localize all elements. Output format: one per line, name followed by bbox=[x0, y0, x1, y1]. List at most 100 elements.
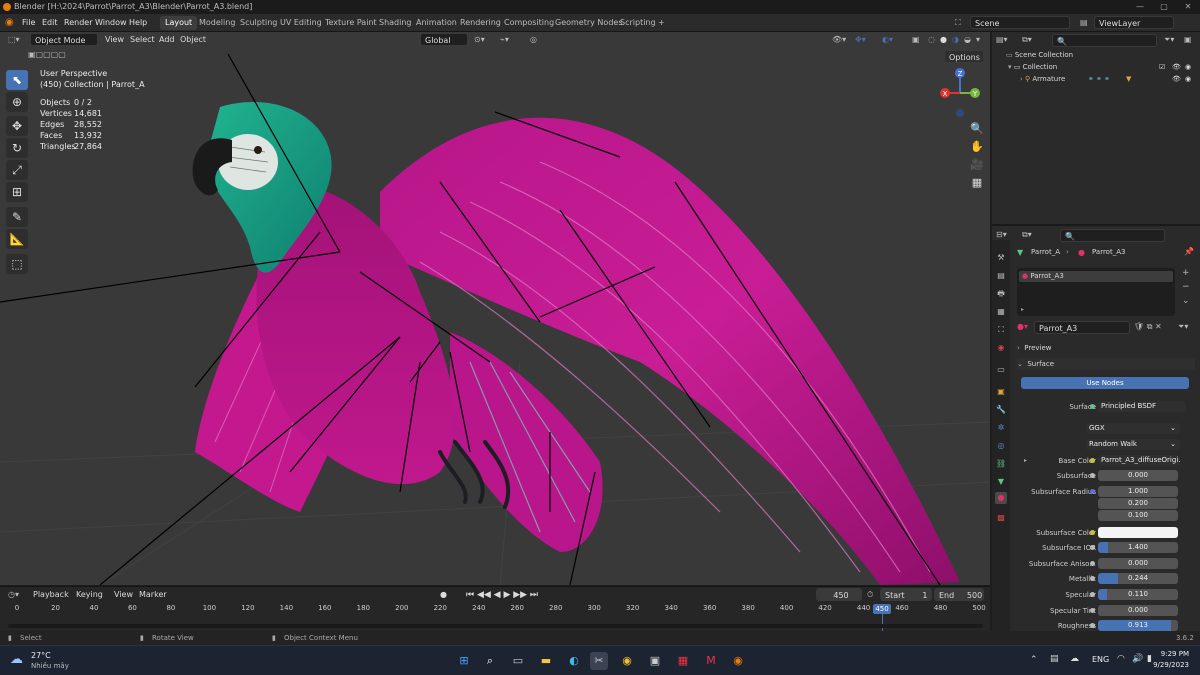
timeline-view-menu[interactable]: View bbox=[114, 587, 133, 603]
base-color-texture-field[interactable]: Parrot_A3_diffuseOrigi... bbox=[1098, 455, 1180, 466]
collection-checkbox[interactable]: ☑ bbox=[1159, 61, 1165, 73]
timeline-playback-menu[interactable]: Playback bbox=[33, 587, 69, 603]
record-icon[interactable]: ● bbox=[440, 587, 447, 603]
blender-menu-icon[interactable]: ◉ bbox=[5, 14, 15, 32]
outliner-armature[interactable]: › ⚲ Armature ⚭ ⚭ ⚭ ▼ 👁 ◉ bbox=[992, 73, 1200, 85]
outliner-editor-icon[interactable]: ▤▾ bbox=[996, 32, 1008, 48]
use-nodes-button[interactable]: Use Nodes bbox=[1021, 377, 1189, 389]
material-browse-icon[interactable]: ●▾ bbox=[1017, 322, 1028, 331]
subsurface-radius-x-field[interactable]: 1.000 bbox=[1098, 486, 1178, 497]
pin-icon[interactable]: 📌 bbox=[1184, 247, 1194, 256]
snap-icon[interactable]: ⌁▾ bbox=[500, 32, 509, 48]
tab-modeling[interactable]: Modeling bbox=[194, 16, 240, 30]
material-tab-icon[interactable]: ● bbox=[995, 492, 1007, 504]
subsurface-field[interactable]: 0.000 bbox=[1098, 470, 1178, 481]
wireframe-shading-icon[interactable]: ◌ bbox=[928, 32, 935, 48]
menu-object[interactable]: Object bbox=[180, 32, 206, 48]
slot-expand-icon[interactable]: ▸ bbox=[1021, 306, 1024, 313]
properties-display-icon[interactable]: ⧉▾ bbox=[1022, 227, 1032, 243]
rotate-tool-icon[interactable]: ↻ bbox=[6, 138, 28, 158]
menu-render[interactable]: Render bbox=[64, 14, 92, 32]
menu-select[interactable]: Select bbox=[130, 32, 155, 48]
constraints-tab-icon[interactable]: ⛓ bbox=[995, 458, 1007, 470]
base-color-expand-icon[interactable]: ▸ bbox=[1024, 457, 1027, 464]
material-slot-list[interactable]: ● Parrot_A3 ▸ bbox=[1017, 268, 1175, 316]
add-workspace-button[interactable]: + bbox=[653, 16, 670, 30]
material-shading-icon[interactable]: ◑ bbox=[952, 32, 959, 48]
chrome-browser-icon[interactable]: ◉ bbox=[618, 652, 636, 670]
tab-uv-editing[interactable]: UV Editing bbox=[275, 16, 327, 30]
menu-edit[interactable]: Edit bbox=[42, 14, 58, 32]
collection-render-icon[interactable]: ◉ bbox=[1185, 61, 1191, 73]
specular-field[interactable]: 0.110 bbox=[1098, 589, 1178, 600]
data-tab-icon[interactable]: ▼ bbox=[995, 476, 1007, 488]
clock-date[interactable]: 9/29/2023 bbox=[1151, 661, 1189, 669]
outliner-collection[interactable]: ▾ ▭ Collection ☑ 👁 ◉ bbox=[992, 61, 1200, 73]
options-button[interactable]: Options bbox=[944, 50, 984, 63]
start-frame-field[interactable]: Start 1 bbox=[880, 588, 932, 601]
task-view-icon[interactable]: ▭ bbox=[509, 652, 527, 670]
menu-add[interactable]: Add bbox=[159, 32, 175, 48]
minimize-button[interactable]: — bbox=[1128, 0, 1152, 14]
outliner-filter-icon[interactable]: ⏷▾ bbox=[1164, 32, 1174, 48]
rendered-shading-icon[interactable]: ◒ bbox=[964, 32, 971, 48]
outliner-display-mode-icon[interactable]: ⧉▾ bbox=[1022, 32, 1032, 48]
tab-texture-paint[interactable]: Texture Paint bbox=[320, 16, 382, 30]
navigation-gizmo[interactable]: Z Y X bbox=[935, 65, 985, 120]
tray-app-icon[interactable]: ▤ bbox=[1050, 654, 1059, 664]
gizmo-toggle-icon[interactable]: ✥▾ bbox=[855, 32, 866, 48]
tool-tab-icon[interactable]: ⚒ bbox=[995, 252, 1007, 264]
current-frame-field[interactable]: 450 bbox=[816, 588, 862, 601]
search-icon[interactable]: ⌕ bbox=[481, 652, 499, 670]
timeline-editor[interactable]: ◷▾ Playback Keying View Marker ● ⏮ ◀◀ ◀ … bbox=[0, 586, 990, 632]
output-tab-icon[interactable]: 🖶 bbox=[995, 288, 1007, 300]
timeline-editor-icon[interactable]: ◷▾ bbox=[8, 587, 19, 603]
photos-icon[interactable]: ▦ bbox=[674, 652, 692, 670]
mode-selector[interactable]: Object Mode bbox=[30, 33, 98, 46]
cursor-tool-icon[interactable]: ⊕ bbox=[6, 92, 28, 112]
volume-icon[interactable]: 🔊 bbox=[1132, 654, 1143, 664]
outliner-search-input[interactable]: 🔍 bbox=[1052, 34, 1157, 47]
view-layer-selector[interactable]: ViewLayer bbox=[1094, 16, 1174, 29]
timeline-scrollbar[interactable] bbox=[8, 624, 983, 628]
armature-visibility-icon[interactable]: 👁 bbox=[1172, 73, 1181, 85]
onedrive-icon[interactable]: ☁ bbox=[1070, 654, 1079, 664]
distribution-select[interactable]: GGX ⌄ bbox=[1086, 423, 1180, 434]
wifi-icon[interactable]: ◠ bbox=[1117, 654, 1125, 664]
playback-controls-icon[interactable]: ⏮ ◀◀ ◀ ▶ ▶▶ ⏭ bbox=[466, 587, 538, 603]
end-frame-field[interactable]: End 500 bbox=[934, 588, 984, 601]
weather-description[interactable]: Nhiều mây bbox=[31, 662, 69, 670]
playhead-frame[interactable]: 450 bbox=[873, 604, 891, 614]
timeline-marker-menu[interactable]: Marker bbox=[139, 587, 167, 603]
modifier-tab-icon[interactable]: 🔧 bbox=[995, 404, 1007, 416]
transform-tool-icon[interactable]: ⊞ bbox=[6, 182, 28, 202]
collection-visibility-icon[interactable]: 👁 bbox=[1172, 61, 1181, 73]
perspective-toggle-icon[interactable]: ▦ bbox=[969, 175, 985, 191]
preview-panel-header[interactable]: › Preview bbox=[1017, 342, 1195, 354]
remove-slot-button[interactable]: − bbox=[1182, 282, 1190, 292]
material-slot-item[interactable]: ● Parrot_A3 bbox=[1019, 271, 1173, 282]
world-tab-icon[interactable]: ◉ bbox=[995, 342, 1007, 354]
orientation-selector[interactable]: Global bbox=[420, 33, 468, 46]
menu-window[interactable]: Window bbox=[95, 14, 127, 32]
snipping-tool-icon[interactable]: ✂ bbox=[590, 652, 608, 670]
overlay-toggle-icon[interactable]: ◐▾ bbox=[882, 32, 893, 48]
collection-tab-icon[interactable]: ▭ bbox=[995, 364, 1007, 376]
object-tab-icon[interactable]: ▣ bbox=[995, 386, 1007, 398]
select-mode-icons[interactable]: ▣▢▢▢▢ bbox=[28, 50, 88, 61]
maximize-button[interactable]: ▢ bbox=[1152, 0, 1176, 14]
menu-help[interactable]: Help bbox=[129, 14, 147, 32]
tray-chevron-icon[interactable]: ⌃ bbox=[1030, 655, 1038, 665]
outliner-scene-collection[interactable]: ▭ Scene Collection bbox=[992, 49, 1200, 61]
select-box-tool-icon[interactable]: ⬉ bbox=[6, 70, 28, 90]
scene-tab-icon[interactable]: ⛶ bbox=[995, 324, 1007, 336]
properties-search-input[interactable]: 🔍 bbox=[1060, 229, 1165, 242]
add-cube-tool-icon[interactable]: ⬚ bbox=[6, 254, 28, 274]
start-menu-icon[interactable]: ⊞ bbox=[455, 652, 473, 670]
measure-tool-icon[interactable]: 📐 bbox=[6, 229, 28, 249]
fake-user-icon[interactable]: 🛡 ⧉ ✕ bbox=[1134, 322, 1162, 332]
surface-shader-field[interactable]: Principled BSDF bbox=[1098, 401, 1186, 412]
subsurface-radius-y-field[interactable]: 0.200 bbox=[1098, 498, 1178, 509]
menu-view[interactable]: View bbox=[105, 32, 124, 48]
material-link-icon[interactable]: ⏷▾ bbox=[1178, 322, 1188, 332]
